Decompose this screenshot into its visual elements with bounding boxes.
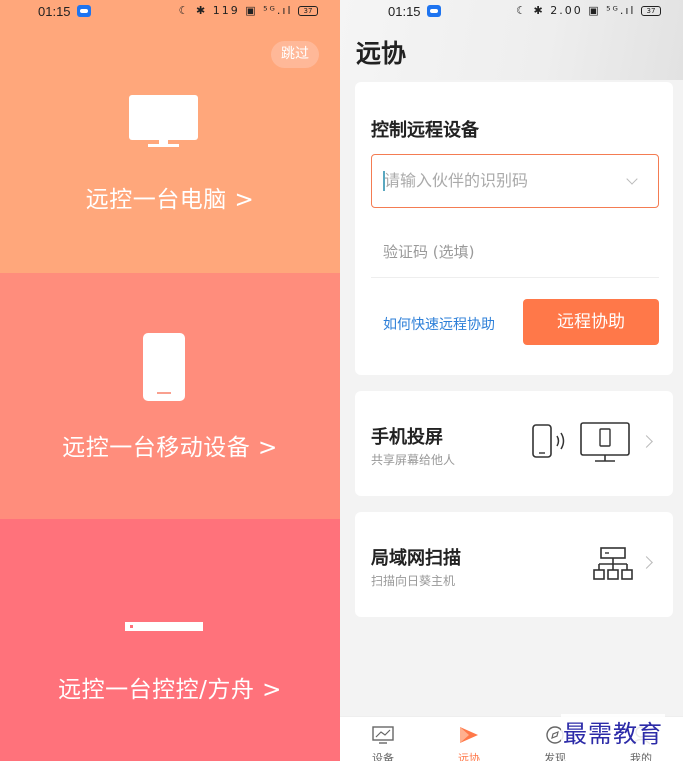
tab-devices-label: 设备 — [372, 752, 394, 761]
screen-cast-card[interactable]: 手机投屏 共享屏幕给他人 — [355, 391, 673, 496]
page-title: 远协 — [356, 39, 407, 68]
lan-scan-card[interactable]: 局域网扫描 扫描向日葵主机 — [355, 512, 673, 617]
phone-icon — [143, 333, 185, 401]
battery-icon: 37 — [641, 6, 661, 16]
status-time: 01:15 — [38, 4, 71, 19]
help-link[interactable]: 如何快速远程协助 — [383, 314, 495, 334]
tab-profile-label: 我的 — [630, 752, 652, 761]
monitor-base — [148, 144, 179, 147]
status-indicators: ☾ ✱ 2.00 ▣ ⁵ᴳ.ıl — [516, 4, 636, 17]
remote-mobile-label[interactable]: 远控一台移动设备 > — [0, 428, 340, 462]
remote-mobile-panel[interactable]: 远控一台移动设备 > — [0, 273, 340, 519]
control-remote-title: 控制远程设备 — [371, 120, 479, 141]
partner-id-input[interactable]: 请输入伙伴的识别码 — [371, 154, 659, 208]
chevron-right-icon — [640, 556, 653, 569]
tab-remote-assist-label: 远协 — [458, 752, 480, 761]
device-icon — [372, 726, 394, 744]
cast-screen-icon — [532, 422, 630, 462]
status-icons: ☾ ✱ 2.00 ▣ ⁵ᴳ.ıl 37 — [516, 4, 661, 17]
tab-remote-assist[interactable]: 远协 — [426, 717, 512, 761]
monitor-icon — [129, 95, 198, 147]
verification-code-placeholder: 验证码 (选填) — [383, 243, 475, 261]
status-icons: ☾ ✱ 119 ▣ ⁵ᴳ.ıl 37 — [179, 4, 318, 17]
remote-assist-icon — [460, 727, 478, 743]
control-remote-card: 控制远程设备 请输入伙伴的识别码 验证码 (选填) 如何快速远程协助 远程协助 — [355, 82, 673, 375]
chevron-right-icon — [640, 435, 653, 448]
onboarding-screen: 01:15 ☾ ✱ 119 ▣ ⁵ᴳ.ıl 37 跳过 远控一台电脑 > 远控一… — [0, 0, 340, 761]
remote-box-label[interactable]: 远控一台控控/方舟 > — [0, 670, 340, 704]
status-bar: 01:15 ☾ ✱ 119 ▣ ⁵ᴳ.ıl 37 — [0, 0, 340, 24]
remote-pc-panel[interactable]: 01:15 ☾ ✱ 119 ▣ ⁵ᴳ.ıl 37 跳过 远控一台电脑 > — [0, 0, 340, 273]
verification-code-input[interactable]: 验证码 (选填) — [371, 230, 659, 278]
watermark-text: 最需教育 — [561, 714, 665, 749]
battery-icon: 37 — [298, 6, 318, 16]
app-notification-icon — [427, 5, 441, 17]
remote-pc-label[interactable]: 远控一台电脑 > — [0, 180, 340, 214]
skip-button[interactable]: 跳过 — [271, 41, 319, 68]
status-time: 01:15 — [388, 4, 421, 19]
status-bar: 01:15 ☾ ✱ 2.00 ▣ ⁵ᴳ.ıl 37 — [340, 0, 683, 24]
monitor-screen — [129, 95, 198, 140]
screen-cast-subtitle: 共享屏幕给他人 — [371, 453, 456, 467]
remote-assist-button[interactable]: 远程协助 — [523, 299, 659, 345]
tab-devices[interactable]: 设备 — [340, 717, 426, 761]
text-caret — [383, 171, 385, 191]
partner-id-placeholder: 请输入伙伴的识别码 — [384, 171, 529, 190]
remote-assist-screen: 01:15 ☾ ✱ 2.00 ▣ ⁵ᴳ.ıl 37 远协 控制远程设备 请输入伙… — [340, 0, 683, 761]
lan-scan-subtitle: 扫描向日葵主机 — [371, 574, 456, 588]
box-device-icon — [125, 622, 203, 631]
network-scan-icon — [593, 547, 633, 580]
lan-scan-title: 局域网扫描 — [371, 548, 461, 569]
app-notification-icon — [77, 5, 91, 17]
tab-discover-label: 发现 — [544, 752, 566, 761]
status-indicators: ☾ ✱ 119 ▣ ⁵ᴳ.ıl — [178, 4, 293, 17]
screen-cast-title: 手机投屏 — [371, 427, 443, 448]
remote-box-panel[interactable]: 远控一台控控/方舟 > — [0, 519, 340, 761]
screenshot-root: 01:15 ☾ ✱ 119 ▣ ⁵ᴳ.ıl 37 跳过 远控一台电脑 > 远控一… — [0, 0, 683, 761]
chevron-down-icon[interactable] — [626, 173, 638, 185]
